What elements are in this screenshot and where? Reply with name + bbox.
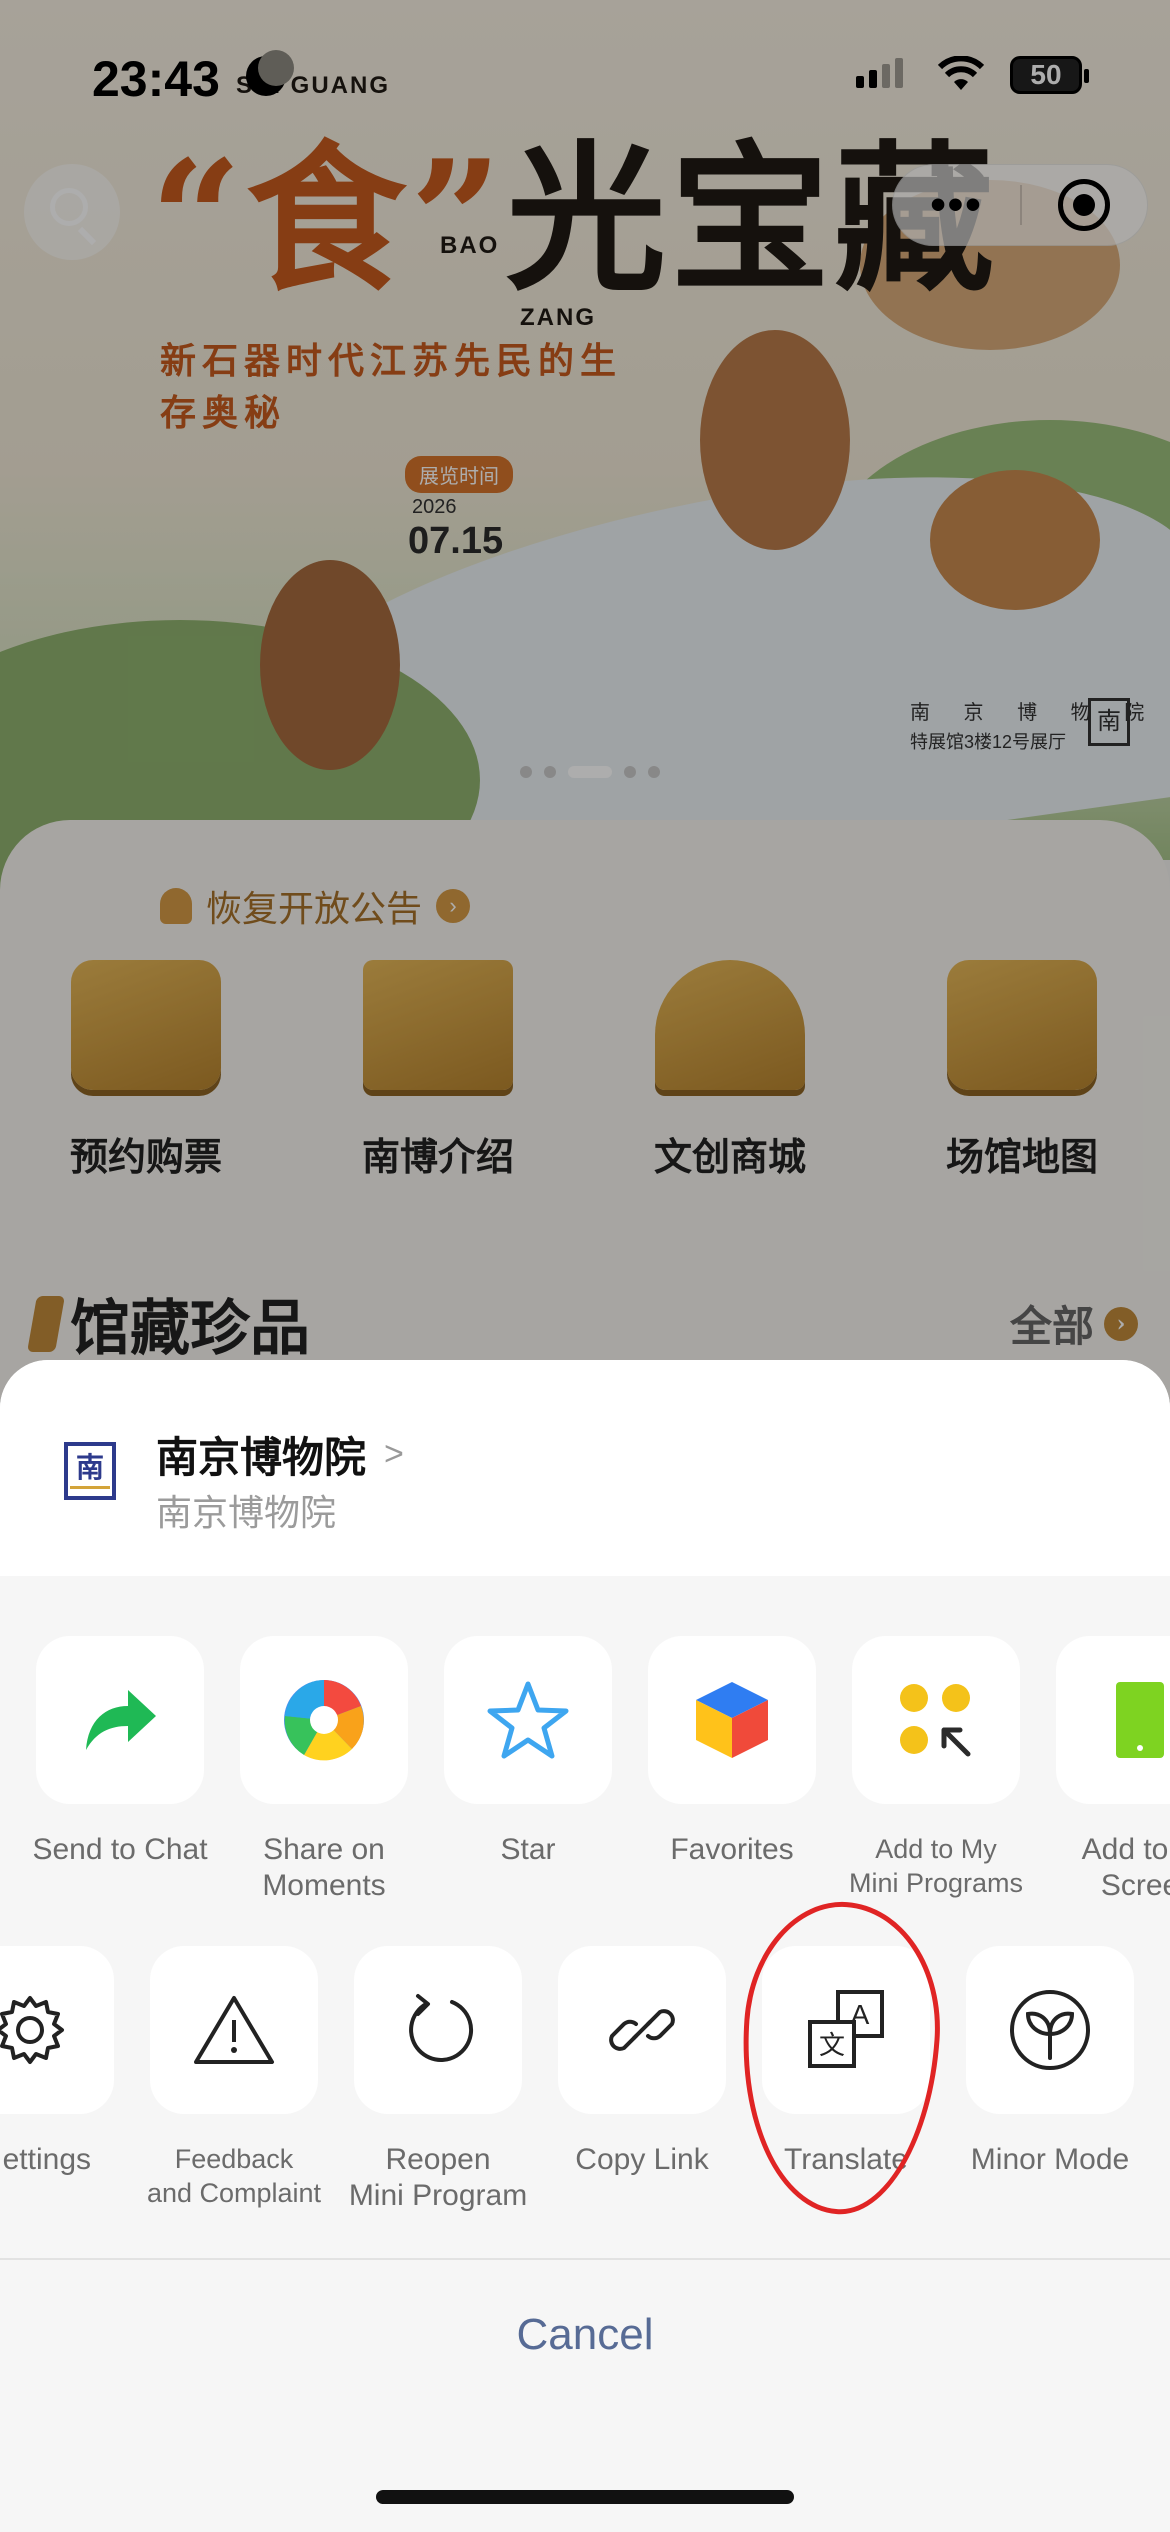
action-label: Reopen Mini Program (323, 2142, 553, 2214)
logo-glyph: 南 (75, 1451, 104, 1484)
share-action-sheet: 南 南京博物院 > 南京博物院 Send to Chat Share on Mo… (0, 1360, 1170, 2532)
home-indicator[interactable] (376, 2490, 794, 2504)
minor-mode-button[interactable]: Minor Mode (966, 1946, 1134, 2178)
action-label: Feedback and Complaint (119, 2142, 349, 2210)
share-actions-row: Send to Chat Share on Moments Star Favor… (0, 1636, 1170, 1916)
link-icon (558, 1946, 726, 2114)
tools-actions-row: ettings Feedback and Complaint Reopen Mi… (0, 1946, 1170, 2226)
action-label-text: Reopen Mini Program (348, 2143, 528, 2212)
star-icon (444, 1636, 612, 1804)
action-label-text: Add to H Scree (1081, 1833, 1170, 1902)
favorites-cube-icon (648, 1636, 816, 1804)
mini-programs-icon (852, 1636, 1020, 1804)
action-label: Copy Link (575, 2143, 709, 2176)
action-label: Minor Mode (970, 2143, 1130, 2176)
add-to-my-mini-programs-button[interactable]: Add to My Mini Programs (849, 1636, 1023, 1900)
museum-logo-icon: 南 (64, 1442, 116, 1500)
settings-button[interactable]: ettings (0, 1946, 114, 2178)
mini-program-subtitle: 南京博物院 (156, 1492, 337, 1533)
action-label: Share on Moments (209, 1832, 439, 1904)
copy-link-button[interactable]: Copy Link (558, 1946, 726, 2178)
chevron-right-icon: > (384, 1435, 404, 1473)
reload-icon (354, 1946, 522, 2114)
moments-aperture-icon (240, 1636, 408, 1804)
add-to-home-screen-button[interactable]: Add to H Scree (1056, 1636, 1170, 1904)
action-label-text: Add to My Mini Programs (848, 1834, 1024, 1898)
home-screen-icon (1056, 1636, 1170, 1804)
mini-program-name-text: 南京博物院 (156, 1434, 367, 1481)
mini-program-info[interactable]: 南 南京博物院 > 南京博物院 (0, 1360, 1170, 1576)
logo-underline (70, 1486, 110, 1489)
cancel-button[interactable]: Cancel (0, 2260, 1170, 2410)
sprout-icon (966, 1946, 1134, 2114)
mini-program-name: 南京博物院 > (156, 1424, 404, 1485)
gear-icon (0, 1946, 114, 2114)
action-label: Add to H Scree (1025, 1832, 1170, 1904)
warning-triangle-icon (150, 1946, 318, 2114)
share-arrow-icon (36, 1636, 204, 1804)
action-label: Send to Chat (32, 1833, 208, 1866)
action-label-text: Share on Moments (262, 1833, 386, 1902)
action-label: Favorites (670, 1833, 794, 1866)
star-button[interactable]: Star (444, 1636, 612, 1868)
action-label: Add to My Mini Programs (821, 1832, 1051, 1900)
reopen-mini-program-button[interactable]: Reopen Mini Program (349, 1946, 527, 2214)
action-label-text: Feedback and Complaint (146, 2144, 322, 2208)
send-to-chat-button[interactable]: Send to Chat (32, 1636, 208, 1868)
action-label: Star (500, 1833, 556, 1866)
feedback-and-complaint-button[interactable]: Feedback and Complaint (147, 1946, 321, 2210)
share-on-moments-button[interactable]: Share on Moments (240, 1636, 408, 1904)
favorites-button[interactable]: Favorites (648, 1636, 816, 1868)
